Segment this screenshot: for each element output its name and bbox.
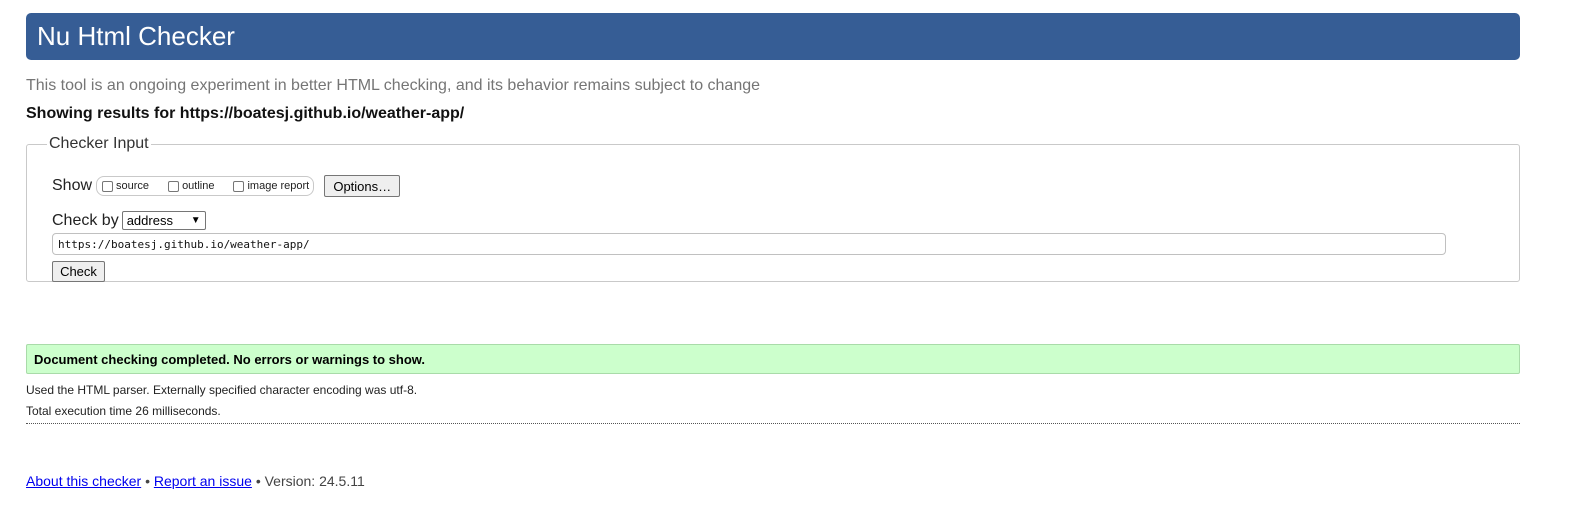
image-report-checkbox[interactable] [233,180,245,192]
about-checker-link[interactable]: About this checker [26,473,141,489]
check-button[interactable]: Check [52,261,105,282]
show-row: Show source outline image report Options… [52,175,401,197]
chevron-down-icon: ▼ [190,215,201,226]
results-for-heading: Showing results for https://boatesj.gith… [26,105,465,122]
show-option-outline[interactable]: outline [166,180,214,192]
page: Nu Html Checker This tool is an ongoing … [26,13,1520,489]
checker-input-legend: Checker Input [49,135,149,152]
check-by-select[interactable]: address ▼ [121,211,206,230]
show-options-group: source outline image report [96,176,315,196]
url-input[interactable] [52,233,1446,255]
show-option-image-report[interactable]: image report [231,180,309,192]
check-by-value: address [126,213,173,228]
image-report-label: image report [247,180,310,192]
outline-label: outline [182,180,215,192]
source-label: source [116,180,150,192]
divider [26,423,1520,424]
outline-checkbox[interactable] [168,180,180,192]
check-by-row: Check by address ▼ [52,211,206,230]
report-issue-link[interactable]: Report an issue [154,473,252,489]
checker-input-fieldset: Checker Input Show source outline image … [26,135,1520,282]
footer-separator: • [145,473,150,489]
result-details: Used the HTML parser. Externally specifi… [26,380,417,422]
options-button[interactable]: Options… [324,175,401,197]
show-option-source[interactable]: source [100,180,149,192]
show-label: Show [52,177,93,194]
success-message: Document checking completed. No errors o… [26,344,1520,374]
header-banner: Nu Html Checker [26,13,1520,60]
footer: About this checker • Report an issue • V… [26,473,365,489]
page-title: Nu Html Checker [37,21,235,51]
parser-info: Used the HTML parser. Externally specifi… [26,383,418,397]
execution-time: Total execution time 26 milliseconds. [26,404,221,418]
footer-separator: • [255,473,261,489]
subtitle: This tool is an ongoing experiment in be… [26,77,761,94]
version-text: Version: 24.5.11 [264,473,365,489]
check-by-label: Check by [52,211,119,229]
source-checkbox[interactable] [102,180,114,192]
